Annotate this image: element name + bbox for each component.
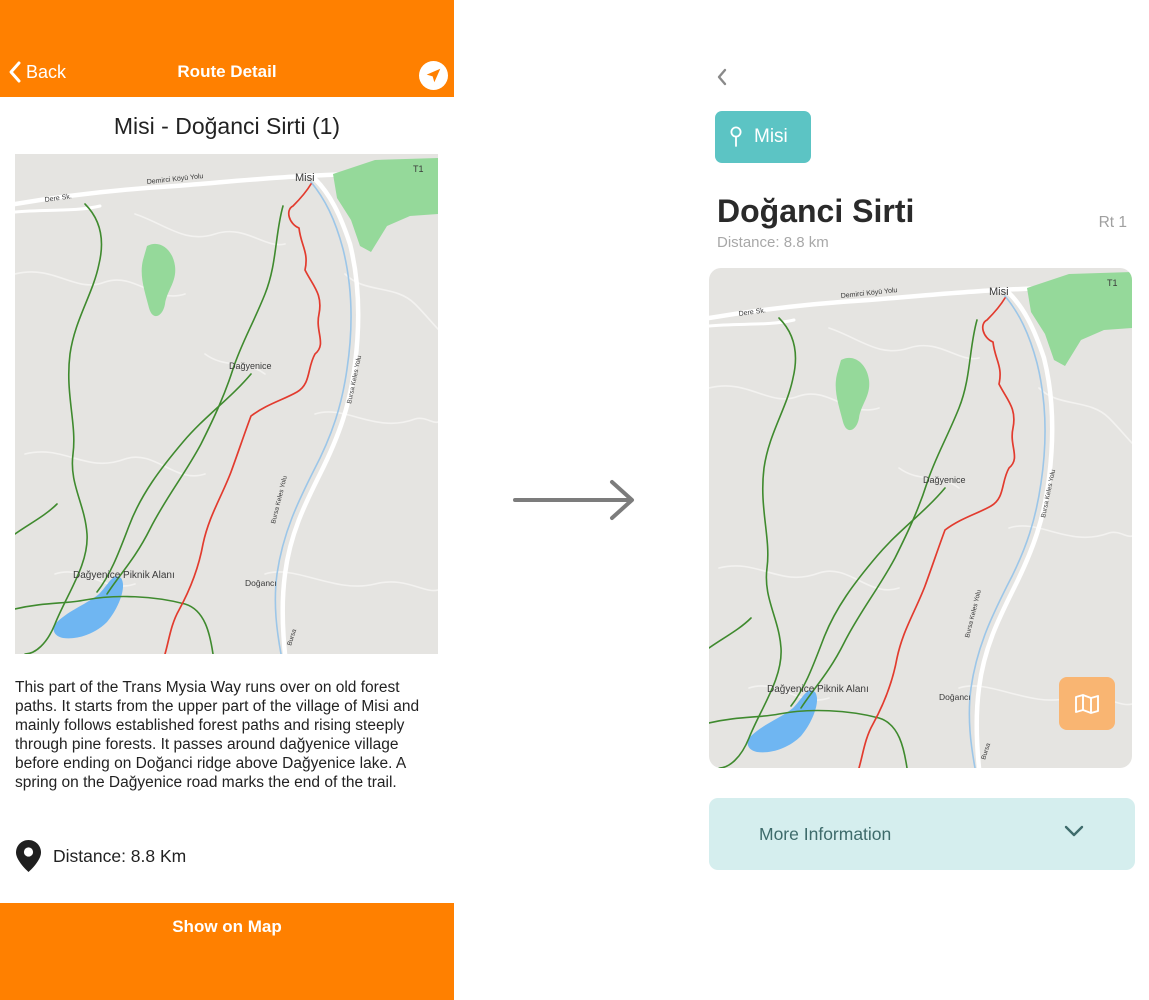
- route-map-image: Demirci Köyü YoluDere Sk.MisiT1Dağyenice…: [15, 154, 438, 654]
- old-route-description: This part of the Trans Mysia Way runs ov…: [15, 679, 420, 791]
- more-information-label: More Information: [759, 824, 892, 844]
- map-label-trail-marker: T1: [413, 164, 424, 174]
- map-pin-icon: [16, 840, 41, 872]
- page-title: Doğanci Sirti: [717, 193, 915, 229]
- comparison-canvas: Back Route Detail Misi - Doğanci Sirti (…: [0, 0, 1149, 1000]
- map-label-trail-marker: T1: [1107, 278, 1118, 288]
- map-label-picnic: Dağyenice Piknik Alanı: [767, 684, 869, 695]
- location-chip[interactable]: Misi: [715, 111, 811, 163]
- transition-arrow-icon: [513, 480, 634, 520]
- map-label-village-bottom: Doğancı: [939, 692, 971, 702]
- route-code: Rt 1: [1098, 214, 1127, 231]
- map-label-village-top: Misi: [989, 286, 1009, 298]
- open-map-button[interactable]: [1059, 677, 1115, 730]
- navigation-arrow-icon: [426, 68, 441, 83]
- map-label-village-top: Misi: [295, 172, 315, 184]
- map-label-village-bottom: Doğancı: [245, 578, 277, 588]
- old-distance-label: Distance: 8.8 Km: [53, 845, 187, 866]
- folded-map-icon: [1075, 693, 1099, 714]
- old-header-title: Route Detail: [177, 62, 277, 81]
- old-header-bar: Back Route Detail: [0, 0, 454, 97]
- location-pin-icon: [730, 126, 742, 147]
- old-navigate-button[interactable]: [419, 61, 448, 90]
- show-on-map-button[interactable]: Show on Map: [0, 903, 454, 1000]
- show-on-map-label: Show on Map: [172, 917, 282, 936]
- old-route-title: Misi - Doğanci Sirti (1): [113, 113, 341, 139]
- route-distance: Distance: 8.8 km: [717, 234, 829, 251]
- location-chip-label: Misi: [754, 126, 788, 147]
- more-information-accordion[interactable]: More Information: [709, 798, 1135, 870]
- chevron-down-icon: [1064, 825, 1084, 837]
- old-distance-row: Distance: 8.8 Km: [15, 838, 186, 874]
- chevron-left-icon: [717, 68, 727, 86]
- new-back-button[interactable]: [710, 64, 734, 90]
- map-label-village-mid: Dağyenice: [229, 361, 272, 371]
- old-route-detail-screen: Back Route Detail Misi - Doğanci Sirti (…: [0, 0, 454, 1000]
- old-route-map[interactable]: Demirci Köyü Yolu Dere Sk. Misi T1 Dağyenice…: [15, 154, 438, 654]
- map-label-picnic: Dağyenice Piknik Alanı: [73, 570, 175, 581]
- map-label-village-mid: Dağyenice: [923, 475, 966, 485]
